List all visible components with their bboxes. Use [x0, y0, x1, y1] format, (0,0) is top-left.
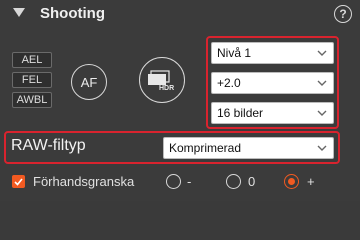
preview-plus-label: +: [307, 174, 315, 189]
level-select[interactable]: Nivå 1: [211, 42, 334, 64]
af-button[interactable]: AF: [71, 64, 107, 100]
preview-label: Förhandsgranska: [33, 174, 135, 189]
hdr-button[interactable]: HDR: [139, 57, 185, 103]
ael-button[interactable]: AEL: [12, 52, 52, 68]
panel-title: Shooting: [40, 5, 105, 22]
preview-minus-radio[interactable]: [166, 174, 181, 189]
hdr-icon-label: HDR: [159, 85, 174, 92]
frames-select[interactable]: 16 bilder: [211, 102, 334, 124]
help-icon[interactable]: ?: [334, 5, 352, 23]
preview-minus-label: -: [187, 174, 192, 189]
ev-select-value: +2.0: [217, 76, 241, 90]
preview-checkbox[interactable]: [12, 175, 25, 188]
chevron-down-icon: [317, 80, 327, 86]
level-select-value: Nivå 1: [217, 46, 252, 60]
awbl-button[interactable]: AWBL: [12, 92, 52, 108]
raw-filetype-select-value: Komprimerad: [169, 141, 242, 155]
chevron-down-icon: [317, 110, 327, 116]
hdr-icon: HDR: [148, 70, 174, 92]
ev-select[interactable]: +2.0: [211, 72, 334, 94]
preview-plus-radio[interactable]: [284, 174, 299, 189]
collapse-arrow-icon[interactable]: [13, 8, 25, 18]
panel-header[interactable]: Shooting ?: [0, 0, 360, 28]
raw-filetype-select[interactable]: Komprimerad: [163, 137, 334, 159]
fel-button[interactable]: FEL: [12, 72, 52, 88]
chevron-down-icon: [317, 50, 327, 56]
frames-select-value: 16 bilder: [217, 106, 264, 120]
preview-zero-label: 0: [248, 174, 256, 189]
raw-filetype-label: RAW-filtyp: [11, 137, 86, 154]
checkmark-icon: [14, 177, 23, 186]
shooting-panel: Shooting ? AEL FEL AWBL AF HDR Nivå 1 +2…: [0, 0, 360, 201]
chevron-down-icon: [317, 145, 327, 151]
preview-zero-radio[interactable]: [226, 174, 241, 189]
